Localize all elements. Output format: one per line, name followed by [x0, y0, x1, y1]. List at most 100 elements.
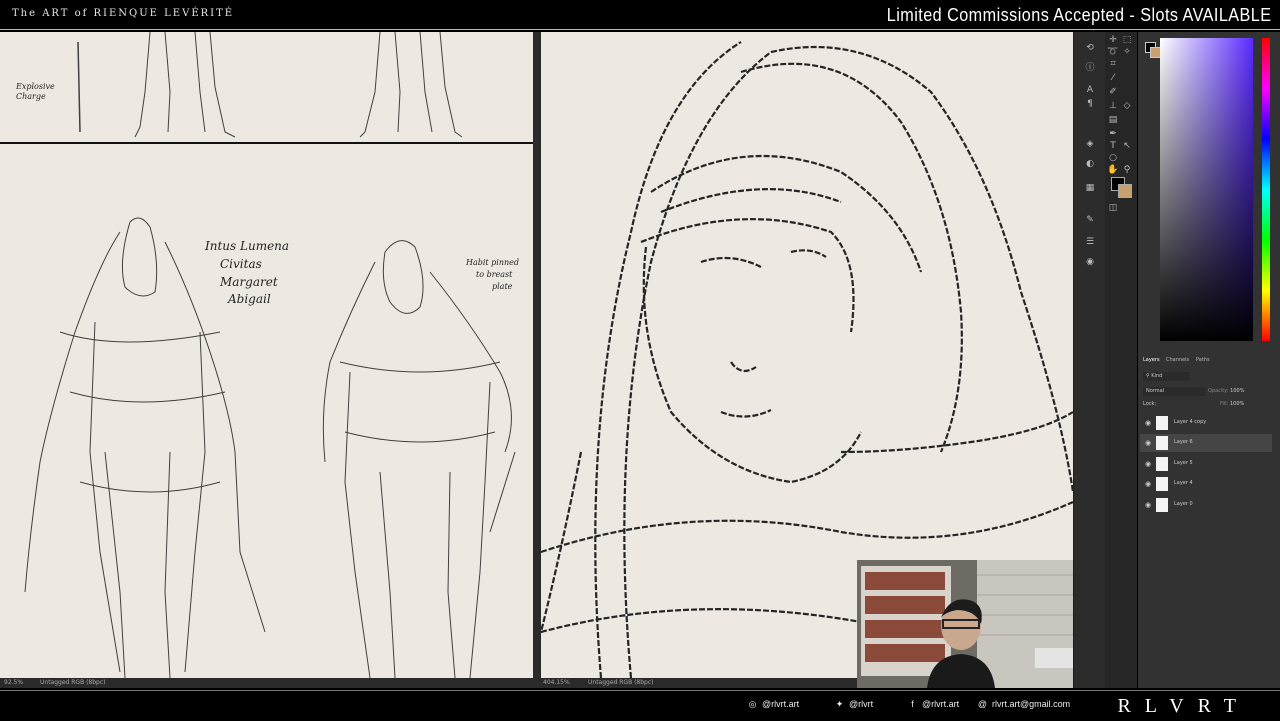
visibility-eye-icon[interactable]: ◉	[1145, 460, 1151, 468]
blend-mode-select[interactable]: Normal	[1143, 387, 1206, 396]
eyedropper-icon[interactable]: ⁄	[1107, 72, 1119, 84]
right-zoom-level[interactable]: 404.15%	[543, 678, 570, 688]
lock-label: Lock:	[1143, 401, 1157, 407]
paragraph-icon[interactable]: ¶	[1084, 98, 1096, 110]
marquee-tool-icon[interactable]: ⬚	[1121, 34, 1133, 46]
fill-value[interactable]: 100%	[1230, 401, 1244, 407]
layer-filter[interactable]: ⚲ Kind	[1143, 372, 1190, 381]
layers-panel-tabs: Layers Channels Paths	[1138, 354, 1280, 366]
character-sketches	[24, 32, 516, 678]
webcam-feed	[857, 560, 1073, 688]
left-doc-profile: Untagged RGB (8bpc)	[40, 679, 106, 686]
layer-name: Layer 4 copy	[1174, 419, 1207, 425]
visibility-eye-icon[interactable]: ◉	[1145, 419, 1151, 427]
twitter-handle[interactable]: ✦ @rlvrt	[834, 699, 873, 710]
twitter-icon: ✦	[835, 699, 844, 710]
pen-tool-icon[interactable]: ✒	[1107, 128, 1119, 140]
note-name-2: Civitas	[220, 257, 262, 271]
layer-name: Layer 0	[1174, 501, 1193, 507]
move-tool-icon[interactable]: ✛	[1107, 34, 1119, 46]
tools-panel: ✛ ⬚ ➰ ✧ ⌗ ⁄ ✐ ⊥ ◇ ▤ ✒ T ↖ ○ ✋ ⚲ ◫	[1105, 32, 1137, 688]
type-tool-icon[interactable]: T	[1107, 140, 1119, 152]
facebook-text: @rlvrt.art	[922, 699, 960, 709]
commissions-banner: Limited Commissions Accepted - Slots AVA…	[887, 5, 1272, 25]
opacity-label: Opacity:	[1208, 388, 1229, 394]
crop-tool-icon[interactable]: ⌗	[1107, 58, 1119, 70]
fill-control[interactable]: Fill: 100%	[1220, 401, 1244, 407]
note-name-3: Margaret	[220, 275, 278, 289]
brush-tool-icon[interactable]: ✐	[1107, 86, 1119, 98]
opacity-control[interactable]: Opacity: 100%	[1208, 387, 1244, 396]
layer-name: Layer 6	[1174, 439, 1193, 445]
properties-icon[interactable]: ☰	[1084, 236, 1096, 248]
panel-icon-dock: ⟲ ⓘ A ¶ ◈ ◐ ▦ ✎ ☰ ◉	[1073, 32, 1106, 688]
info-icon[interactable]: ⓘ	[1084, 62, 1096, 74]
gradient-tool-icon[interactable]: ▤	[1107, 114, 1119, 126]
layer-name: Layer 4	[1174, 480, 1193, 486]
layer-thumbnail	[1156, 457, 1168, 471]
header-divider	[0, 29, 1280, 30]
left-document-canvas[interactable]: Explosive Charge Intus Lumena Civitas Ma…	[0, 32, 533, 678]
magic-wand-icon[interactable]: ✧	[1121, 46, 1133, 58]
layer-thumbnail	[1156, 416, 1168, 430]
visibility-eye-icon[interactable]: ◉	[1145, 439, 1151, 447]
color-picker-field[interactable]	[1160, 38, 1253, 341]
layer-row[interactable]: ◉ Layer 4 copy	[1140, 414, 1272, 432]
lasso-tool-icon[interactable]: ➰	[1107, 46, 1119, 58]
layer-row-selected[interactable]: ◉ Layer 6	[1140, 434, 1272, 452]
brand-title: The ART of RIENQUE LEVÉRITÉ	[12, 8, 235, 19]
note-habit-1: Habit pinned	[466, 258, 520, 267]
note-name-1: Intus Lumena	[205, 239, 290, 253]
eraser-tool-icon[interactable]: ◇	[1121, 100, 1133, 112]
visibility-eye-icon[interactable]: ◉	[1145, 501, 1151, 509]
adjustments-icon[interactable]: ◐	[1084, 158, 1096, 170]
tab-paths[interactable]: Paths	[1196, 357, 1210, 363]
character-icon[interactable]: A	[1084, 84, 1096, 96]
layer-filter-value: Kind	[1151, 373, 1163, 379]
document-split-gutter[interactable]	[533, 32, 541, 678]
zoom-tool-icon[interactable]: ⚲	[1121, 164, 1133, 176]
hand-tool-icon[interactable]: ✋	[1107, 164, 1119, 176]
stamp-tool-icon[interactable]: ⊥	[1107, 100, 1119, 112]
canvas-divider-line	[0, 142, 533, 144]
opacity-value[interactable]: 100%	[1230, 388, 1244, 394]
instagram-handle[interactable]: ◎ @rlvrt.art	[747, 699, 800, 710]
left-zoom-level[interactable]: 92.5%	[4, 678, 23, 688]
path-select-icon[interactable]: ↖	[1121, 140, 1133, 152]
visibility-eye-icon[interactable]: ◉	[1145, 480, 1151, 488]
layer-row[interactable]: ◉ Layer 0	[1140, 496, 1272, 514]
tab-channels[interactable]: Channels	[1166, 357, 1189, 363]
rlvrt-logo: RLVRT	[1117, 695, 1250, 717]
hue-slider[interactable]	[1262, 38, 1270, 341]
note-habit-2: to breast	[476, 270, 513, 279]
stream-footer: ◎ @rlvrt.art ✦ @rlvrt f @rlvrt.art @ rlvrt.a…	[0, 690, 1280, 721]
layer-name: Layer 5	[1174, 460, 1193, 466]
email-contact[interactable]: @ rlvrt.art@gmail.com	[977, 699, 1070, 710]
background-color-swatch[interactable]	[1118, 184, 1132, 198]
swatches-icon[interactable]: ◉	[1084, 256, 1096, 268]
tab-layers[interactable]: Layers	[1143, 357, 1160, 363]
right-doc-profile: Untagged RGB (8bpc)	[588, 679, 654, 686]
history-icon[interactable]: ⟲	[1084, 42, 1096, 54]
email-text: rlvrt.art@gmail.com	[992, 699, 1071, 709]
instagram-icon: ◎	[748, 699, 757, 710]
webcam-overlay	[857, 560, 1073, 688]
layer-row[interactable]: ◉ Layer 4	[1140, 475, 1272, 493]
layer-thumbnail	[1156, 498, 1168, 512]
stream-header: The ART of RIENQUE LEVÉRITÉ Limited Comm…	[0, 0, 1280, 32]
layer-row[interactable]: ◉ Layer 5	[1140, 455, 1272, 473]
fill-label: Fill:	[1220, 401, 1229, 407]
layer-thumbnail	[1156, 477, 1168, 491]
facebook-icon: f	[911, 699, 914, 710]
facebook-handle[interactable]: f @rlvrt.art	[907, 699, 959, 710]
libraries-icon[interactable]: ▦	[1084, 182, 1096, 194]
note-explosive-charge: Explosive Charge	[16, 82, 55, 101]
brush-settings-icon[interactable]: ✎	[1084, 214, 1096, 226]
quick-mask-icon[interactable]: ◫	[1107, 202, 1119, 214]
3d-icon[interactable]: ◈	[1084, 138, 1096, 150]
email-icon: @	[977, 699, 988, 710]
left-status-bar: 92.5% Untagged RGB (8bpc)	[0, 678, 533, 688]
instagram-text: @rlvrt.art	[762, 699, 800, 709]
note-habit-3: plate	[492, 282, 513, 291]
shape-tool-icon[interactable]: ○	[1107, 152, 1119, 164]
